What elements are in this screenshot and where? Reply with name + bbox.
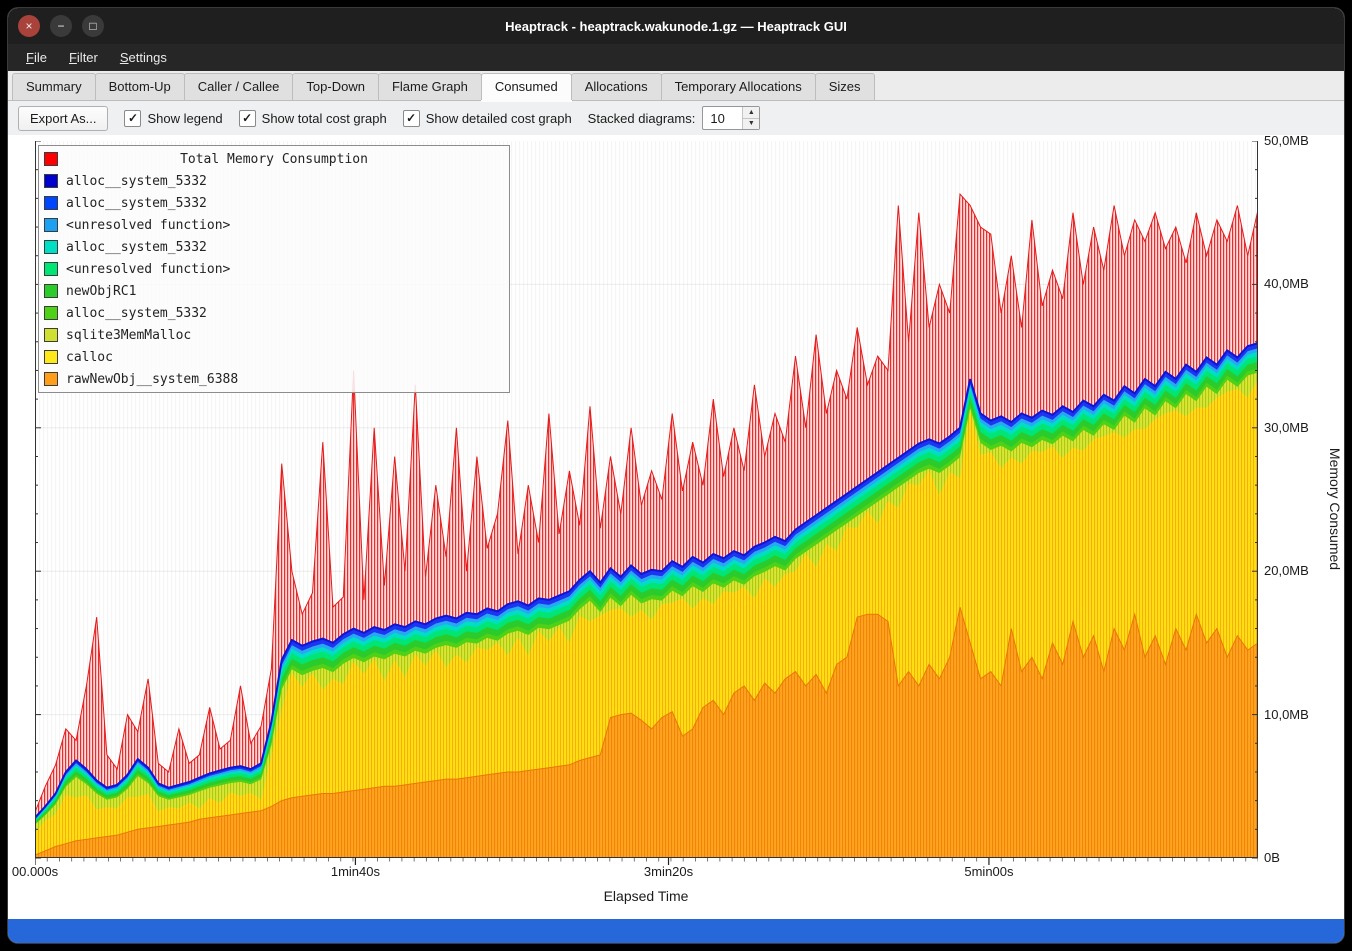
legend-swatch xyxy=(44,196,58,210)
tab-bottom-up[interactable]: Bottom-Up xyxy=(95,73,185,100)
close-button[interactable]: × xyxy=(18,15,40,37)
stacked-diagrams-group: Stacked diagrams: 10 ▲ ▼ xyxy=(588,106,761,130)
checkbox-label: Show total cost graph xyxy=(262,111,387,126)
legend-label: sqlite3MemMalloc xyxy=(66,328,191,343)
legend-swatch xyxy=(44,240,58,254)
stacked-diagrams-label: Stacked diagrams: xyxy=(588,111,696,126)
minimize-button[interactable]: − xyxy=(50,15,72,37)
x-axis-title: Elapsed Time xyxy=(604,888,689,904)
y-tick-label: 20,0MB xyxy=(1264,563,1334,579)
legend-swatch xyxy=(44,372,58,386)
heaptrack-window: ×−□ Heaptrack - heaptrack.wakunode.1.gz … xyxy=(8,8,1344,943)
checkbox-check-icon[interactable]: ✓ xyxy=(239,110,256,127)
legend-item-alloc-system-5332: alloc__system_5332 xyxy=(44,192,504,214)
legend-swatch xyxy=(44,350,58,364)
checkbox-label: Show legend xyxy=(147,111,222,126)
checkbox-show-legend[interactable]: ✓ Show legend xyxy=(124,110,222,127)
checkbox-check-icon[interactable]: ✓ xyxy=(403,110,420,127)
legend-label: <unresolved function> xyxy=(66,218,230,233)
legend-item-calloc: calloc xyxy=(44,346,504,368)
tab-bar: SummaryBottom-UpCaller / CalleeTop-DownF… xyxy=(8,71,1344,101)
legend-label: alloc__system_5332 xyxy=(66,174,207,189)
legend-item-alloc-system-5332: alloc__system_5332 xyxy=(44,170,504,192)
tab-top-down[interactable]: Top-Down xyxy=(292,73,379,100)
y-tick-label: 50,0MB xyxy=(1264,133,1334,149)
x-tick-label: 1min40s xyxy=(331,864,380,879)
legend-swatch xyxy=(44,306,58,320)
titlebar[interactable]: ×−□ Heaptrack - heaptrack.wakunode.1.gz … xyxy=(8,8,1344,44)
legend-swatch xyxy=(44,328,58,342)
y-tick-label: 0B xyxy=(1264,850,1334,866)
toolbar: Export As... ✓ Show legend ✓ Show total cos… xyxy=(8,101,1344,135)
legend-label: alloc__system_5332 xyxy=(66,240,207,255)
legend-item-alloc-system-5332: alloc__system_5332 xyxy=(44,236,504,258)
menu-item-filter[interactable]: Filter xyxy=(59,46,108,69)
export-as-button[interactable]: Export As... xyxy=(18,106,108,131)
legend-label: alloc__system_5332 xyxy=(66,196,207,211)
stacked-diagrams-spinbox[interactable]: 10 ▲ ▼ xyxy=(702,106,760,130)
legend-label: rawNewObj__system_6388 xyxy=(66,372,238,387)
legend-item-newobjrc1: newObjRC1 xyxy=(44,280,504,302)
spinbox-arrows: ▲ ▼ xyxy=(742,107,759,129)
checkbox-show-total-cost-graph[interactable]: ✓ Show total cost graph xyxy=(239,110,387,127)
stacked-diagrams-value[interactable]: 10 xyxy=(703,107,742,129)
tab-allocations[interactable]: Allocations xyxy=(571,73,662,100)
legend-item-alloc-system-5332: alloc__system_5332 xyxy=(44,302,504,324)
y-axis-title: Memory Consumed xyxy=(1327,448,1343,570)
tab-flame-graph[interactable]: Flame Graph xyxy=(378,73,482,100)
chart-panel: Total Memory Consumption alloc__system_5… xyxy=(8,135,1344,919)
spinbox-up-arrow-icon[interactable]: ▲ xyxy=(743,107,759,119)
checkbox-show-detailed-cost-graph[interactable]: ✓ Show detailed cost graph xyxy=(403,110,572,127)
legend-label: newObjRC1 xyxy=(66,284,136,299)
legend-total-swatch xyxy=(44,152,58,166)
window-controls: ×−□ xyxy=(18,15,104,37)
x-tick-label: 5min00s xyxy=(964,864,1013,879)
menu-item-settings[interactable]: Settings xyxy=(110,46,177,69)
legend-item-unresolved-function: <unresolved function> xyxy=(44,258,504,280)
chart-legend: Total Memory Consumption alloc__system_5… xyxy=(38,145,510,393)
spinbox-down-arrow-icon[interactable]: ▼ xyxy=(743,119,759,130)
legend-label: calloc xyxy=(66,350,113,365)
tab-summary[interactable]: Summary xyxy=(12,73,96,100)
tab-temporary-allocations[interactable]: Temporary Allocations xyxy=(661,73,816,100)
legend-swatch xyxy=(44,218,58,232)
menubar: FileFilterSettings xyxy=(8,44,1344,71)
menu-item-file[interactable]: File xyxy=(16,46,57,69)
legend-item-sqlite3memmalloc: sqlite3MemMalloc xyxy=(44,324,504,346)
y-tick-label: 40,0MB xyxy=(1264,276,1334,292)
legend-label: alloc__system_5332 xyxy=(66,306,207,321)
maximize-button[interactable]: □ xyxy=(82,15,104,37)
legend-item-unresolved-function: <unresolved function> xyxy=(44,214,504,236)
x-tick-label: 3min20s xyxy=(644,864,693,879)
x-tick-label: 00.000s xyxy=(12,864,58,879)
window-title: Heaptrack - heaptrack.wakunode.1.gz — He… xyxy=(8,19,1344,34)
toolbar-checkboxes: ✓ Show legend ✓ Show total cost graph ✓ Show … xyxy=(124,110,571,127)
timeline-scrollbar[interactable] xyxy=(8,919,1344,943)
checkbox-label: Show detailed cost graph xyxy=(426,111,572,126)
legend-swatch xyxy=(44,174,58,188)
y-tick-label: 30,0MB xyxy=(1264,420,1334,436)
legend-swatch xyxy=(44,284,58,298)
y-tick-label: 10,0MB xyxy=(1264,707,1334,723)
tab-caller-callee[interactable]: Caller / Callee xyxy=(184,73,294,100)
legend-swatch xyxy=(44,262,58,276)
tab-consumed[interactable]: Consumed xyxy=(481,73,572,100)
legend-title-row: Total Memory Consumption xyxy=(44,148,504,170)
tab-sizes[interactable]: Sizes xyxy=(815,73,875,100)
checkbox-check-icon[interactable]: ✓ xyxy=(124,110,141,127)
legend-item-rawnewobj-system-6388: rawNewObj__system_6388 xyxy=(44,368,504,390)
legend-title: Total Memory Consumption xyxy=(180,152,368,167)
legend-label: <unresolved function> xyxy=(66,262,230,277)
